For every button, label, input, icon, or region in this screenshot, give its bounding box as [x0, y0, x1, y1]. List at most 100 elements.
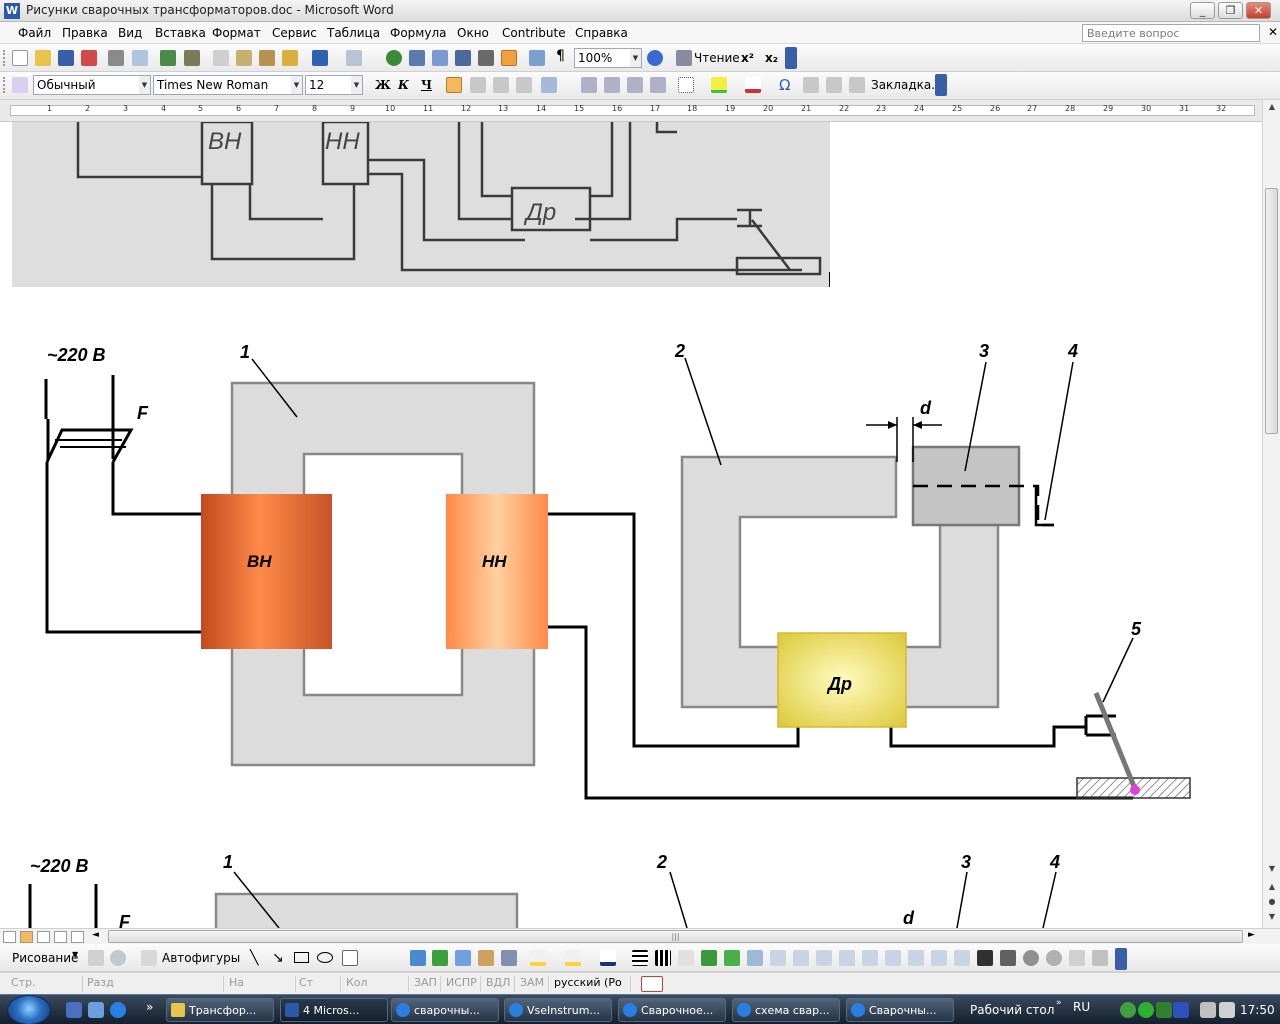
- underline-button[interactable]: Ч: [421, 78, 432, 92]
- reading-layout-icon[interactable]: [676, 50, 692, 66]
- spelling-status-icon[interactable]: [641, 976, 663, 992]
- print-layout-icon[interactable]: [37, 931, 50, 943]
- align-objects-icon[interactable]: [816, 950, 832, 966]
- browse-object-icon[interactable]: ●: [1265, 895, 1279, 909]
- menu-table[interactable]: Таблица: [327, 26, 380, 40]
- desktop-more-icon[interactable]: »: [1056, 998, 1062, 1008]
- distribute-icon[interactable]: [839, 950, 855, 966]
- align-center-icon[interactable]: [470, 77, 486, 93]
- vertical-scroll-thumb[interactable]: [1265, 188, 1278, 434]
- web-view-icon[interactable]: [20, 931, 33, 943]
- display-tray-icon[interactable]: [1200, 1002, 1216, 1018]
- bullets-icon[interactable]: [604, 77, 620, 93]
- columns-text-icon[interactable]: [826, 77, 842, 93]
- status-trk[interactable]: ИСПР: [443, 976, 481, 992]
- switch-windows-icon[interactable]: [88, 1002, 104, 1018]
- edit-points-icon[interactable]: [931, 950, 947, 966]
- line-spacing-icon[interactable]: [541, 77, 557, 93]
- help-icon[interactable]: [647, 50, 663, 66]
- wrap-text-icon[interactable]: [954, 950, 970, 966]
- redo-icon[interactable]: [346, 50, 362, 66]
- menu-edit[interactable]: Правка: [62, 26, 108, 40]
- toolbar-options-icon[interactable]: [935, 74, 947, 96]
- menu-insert[interactable]: Вставка: [155, 26, 206, 40]
- arrow-tool-icon[interactable]: ↘: [272, 950, 284, 966]
- autoshapes-icon[interactable]: [141, 950, 157, 966]
- quicklaunch-more-icon[interactable]: »: [146, 1000, 153, 1014]
- toolbar-options-icon[interactable]: [1115, 948, 1127, 970]
- paste-icon[interactable]: [259, 50, 275, 66]
- border-icon[interactable]: [678, 77, 694, 93]
- subscript-button[interactable]: x₂: [765, 51, 778, 65]
- picture-icon[interactable]: [501, 950, 517, 966]
- status-col[interactable]: Кол: [343, 976, 409, 992]
- start-button[interactable]: [7, 995, 51, 1024]
- font-size-combo[interactable]: 12 ▼: [305, 75, 363, 95]
- font-combo[interactable]: Times New Roman ▼: [153, 75, 303, 95]
- menu-file[interactable]: Файл: [18, 26, 51, 40]
- clipart-icon[interactable]: [455, 950, 471, 966]
- insert-table-icon[interactable]: [432, 50, 448, 66]
- color-icon[interactable]: [1023, 950, 1039, 966]
- text-direction-icon[interactable]: [849, 77, 865, 93]
- align-left-icon[interactable]: [446, 77, 462, 93]
- increase-indent-icon[interactable]: [650, 77, 666, 93]
- bookmark-button[interactable]: Закладка...: [871, 78, 943, 92]
- network-tray-icon[interactable]: [1138, 1002, 1154, 1018]
- reset-picture-icon[interactable]: [1069, 950, 1085, 966]
- status-line[interactable]: Ст: [296, 976, 341, 992]
- undo-icon[interactable]: [312, 50, 328, 66]
- taskbar-task[interactable]: сварочны...: [391, 998, 499, 1022]
- spelling-icon[interactable]: [160, 50, 176, 66]
- drawing-menu-button[interactable]: Рисование: [12, 951, 78, 965]
- wordart-icon[interactable]: [410, 950, 426, 966]
- scroll-left-icon[interactable]: ◄: [92, 930, 99, 940]
- align-right-icon[interactable]: [493, 77, 509, 93]
- textbox-tool-icon[interactable]: [342, 950, 358, 966]
- oval-tool-icon[interactable]: [317, 952, 333, 963]
- style-combo[interactable]: Обычный ▼: [33, 75, 151, 95]
- save-icon[interactable]: [58, 50, 74, 66]
- dropdown-arrow-icon[interactable]: ▼: [72, 950, 78, 959]
- close-button[interactable]: ✕: [1246, 2, 1271, 19]
- fill-color-icon[interactable]: [530, 950, 546, 966]
- menu-format[interactable]: Формат: [212, 26, 261, 40]
- group-icon[interactable]: [747, 950, 763, 966]
- font-color-draw-icon[interactable]: [600, 950, 616, 966]
- status-language[interactable]: русский (Ро: [551, 976, 631, 992]
- menu-view[interactable]: Вид: [118, 26, 142, 40]
- select-objects-icon[interactable]: [88, 950, 104, 966]
- brightness-icon[interactable]: [1000, 950, 1016, 966]
- scroll-up-icon[interactable]: ▲: [1265, 100, 1279, 114]
- rotate-left-icon[interactable]: [885, 950, 901, 966]
- numbering-icon[interactable]: [581, 77, 597, 93]
- print-icon[interactable]: [108, 50, 124, 66]
- autoshapes-button[interactable]: Автофигуры: [162, 951, 240, 965]
- next-page-icon[interactable]: ▼: [1265, 910, 1279, 924]
- decrease-indent-icon[interactable]: [627, 77, 643, 93]
- contrast-icon[interactable]: [977, 950, 993, 966]
- scroll-down-icon[interactable]: ▼: [1265, 862, 1279, 876]
- send-backward-icon[interactable]: [793, 950, 809, 966]
- insert-excel-icon[interactable]: [455, 50, 471, 66]
- insert-picture-icon[interactable]: [478, 950, 494, 966]
- 3d-style-icon[interactable]: [724, 950, 740, 966]
- prev-page-icon[interactable]: ▲: [1265, 880, 1279, 894]
- dash-style-icon[interactable]: [655, 950, 671, 966]
- menu-tools[interactable]: Сервис: [272, 26, 317, 40]
- restore-button[interactable]: ❐: [1218, 2, 1243, 19]
- highlight-icon[interactable]: [711, 77, 727, 93]
- diagram-icon[interactable]: [432, 950, 448, 966]
- copy-icon[interactable]: [236, 50, 252, 66]
- hyperlink-icon[interactable]: [386, 50, 402, 66]
- flip-icon[interactable]: [862, 950, 878, 966]
- show-desktop-icon[interactable]: [66, 1002, 82, 1018]
- close-doc-icon[interactable]: ✕: [1268, 25, 1278, 39]
- line-style-icon[interactable]: [632, 950, 648, 966]
- clock[interactable]: 17:50: [1240, 1003, 1275, 1017]
- minimize-button[interactable]: _: [1190, 2, 1215, 19]
- zoom-combo[interactable]: 100% ▼: [574, 48, 642, 68]
- columns-icon[interactable]: [478, 50, 494, 66]
- line-tool-icon[interactable]: ╲: [250, 950, 258, 966]
- superscript-button[interactable]: x²: [741, 51, 754, 65]
